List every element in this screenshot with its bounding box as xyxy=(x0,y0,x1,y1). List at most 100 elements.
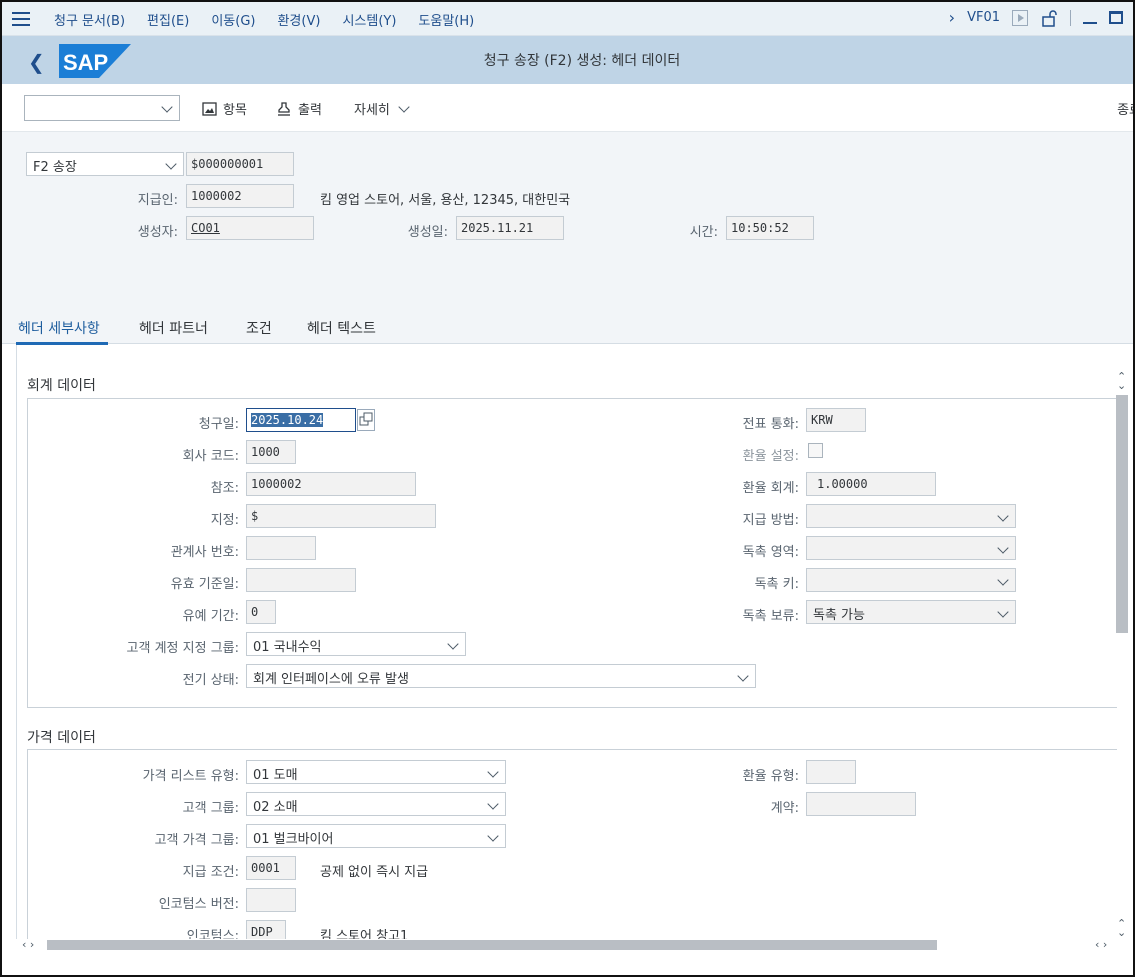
dunning-area-select[interactable] xyxy=(806,536,1016,560)
incoterms-field[interactable]: DDP xyxy=(246,920,286,939)
company-code-field[interactable]: 1000 xyxy=(246,440,296,464)
tab-header-details[interactable]: 헤더 세부사항 xyxy=(18,318,100,338)
posting-status-label: 전기 상태: xyxy=(182,673,239,688)
payer-description: 킴 영업 스토어, 서울, 용산, 12345, 대한민국 xyxy=(320,193,571,208)
contract-label: 계약: xyxy=(770,801,799,816)
more-button[interactable]: 자세히 xyxy=(354,99,410,118)
payment-method-select[interactable] xyxy=(806,504,1016,528)
billing-date-label: 청구일: xyxy=(198,417,239,432)
posting-status-value: 회계 인터페이스에 오류 발생 xyxy=(253,672,409,687)
incoterms-label: 인코텀스: xyxy=(186,929,239,939)
created-by-field[interactable]: CO01 xyxy=(186,216,314,240)
output-label: 출력 xyxy=(298,103,322,118)
fx-fixed-checkbox[interactable] xyxy=(808,443,823,458)
baseline-date-field[interactable] xyxy=(246,568,356,592)
menu-goto[interactable]: 이동(G) xyxy=(211,10,255,29)
scroll-left-right-icon[interactable]: ‹ › xyxy=(22,938,34,951)
payment-terms-field[interactable]: 0001 xyxy=(246,856,296,880)
minimize-icon[interactable] xyxy=(1083,21,1097,24)
tab-conditions[interactable]: 조건 xyxy=(246,318,272,338)
menu-help[interactable]: 도움말(H) xyxy=(418,10,474,29)
dunning-block-value: 독촉 가능 xyxy=(813,608,865,623)
menu-edit[interactable]: 편집(E) xyxy=(147,10,189,29)
tab-header-texts[interactable]: 헤더 텍스트 xyxy=(307,318,376,338)
document-currency-field[interactable]: KRW xyxy=(806,408,866,432)
payer-label: 지급인: xyxy=(137,193,178,208)
baseline-date-label: 유효 기준일: xyxy=(170,577,239,592)
play-icon[interactable] xyxy=(1012,9,1028,26)
price-list-value: 01 도매 xyxy=(253,768,298,783)
incoterms-version-label: 인코텀스 버전: xyxy=(158,897,239,912)
exchange-type-field[interactable] xyxy=(806,760,856,784)
grace-period-label: 유예 기간: xyxy=(182,609,239,624)
posting-status-select[interactable]: 회계 인터페이스에 오류 발생 xyxy=(246,664,756,688)
time-field[interactable]: 10:50:52 xyxy=(726,216,814,240)
items-label: 항목 xyxy=(223,103,247,118)
account-group-label: 고객 계정 지정 그룹: xyxy=(126,641,239,656)
billing-date-field[interactable]: 2025.10.24 xyxy=(246,408,356,432)
reference-label: 참조: xyxy=(210,481,239,496)
scroll-left-right-icon[interactable]: ‹ › xyxy=(1095,938,1107,951)
items-button[interactable]: 항목 xyxy=(202,99,247,118)
dunning-key-select[interactable] xyxy=(806,568,1016,592)
horizontal-scrollbar[interactable]: ‹ › xyxy=(22,938,1122,952)
assignment-field[interactable]: $ xyxy=(246,504,436,528)
price-group-select[interactable]: 01 벌크바이어 xyxy=(246,824,506,848)
sap-window: 청구 문서(B) 편집(E) 이동(G) 환경(V) 시스템(Y) 도움말(H)… xyxy=(0,0,1135,977)
payer-field[interactable]: 1000002 xyxy=(186,184,294,208)
billing-date-value: 2025.10.24 xyxy=(251,413,324,427)
page-title: 청구 송장 (F2) 생성: 헤더 데이터 xyxy=(483,53,681,69)
menu-system[interactable]: 시스템(Y) xyxy=(342,10,396,29)
transaction-code[interactable]: VF01 xyxy=(967,10,1000,25)
customer-group-select[interactable]: 02 소매 xyxy=(246,792,506,816)
account-group-value: 01 국내수익 xyxy=(253,640,322,655)
grace-period-field[interactable]: 0 xyxy=(246,600,276,624)
pricing-section-title: 가격 데이터 xyxy=(27,730,96,746)
created-on-field[interactable]: 2025.11.21 xyxy=(456,216,564,240)
vertical-scrollbar[interactable] xyxy=(1116,395,1128,633)
menu-billing-document[interactable]: 청구 문서(B) xyxy=(54,10,125,29)
chevron-right-icon[interactable]: › xyxy=(949,8,955,27)
payment-method-label: 지급 방법: xyxy=(742,513,799,528)
toolbar: 항목 출력 자세히 종료 xyxy=(2,84,1133,132)
unlock-icon[interactable] xyxy=(1040,9,1058,27)
tab-content: 회계 데이터 청구일: 2025.10.24 회사 코드: 1000 참조: 1… xyxy=(16,345,1133,939)
title-bar: ❮ SAP 청구 송장 (F2) 생성: 헤더 데이터 xyxy=(2,36,1133,84)
reference-field[interactable]: 1000002 xyxy=(246,472,416,496)
company-code-label: 회사 코드: xyxy=(182,449,239,464)
incoterms-version-field[interactable] xyxy=(246,888,296,912)
price-list-select[interactable]: 01 도매 xyxy=(246,760,506,784)
exit-button[interactable]: 종료 xyxy=(1117,99,1133,118)
assignment-label: 지정: xyxy=(210,513,239,528)
header-area: F2 송장 $000000001 지급인: 1000002 킴 영업 스토어, … xyxy=(2,132,1133,304)
price-group-label: 고객 가격 그룹: xyxy=(154,833,239,848)
fx-fixed-label: 환율 설정: xyxy=(742,449,799,464)
more-label: 자세히 xyxy=(354,103,390,118)
incoterms-description: 킴 스토어 창고1 xyxy=(320,929,409,939)
customer-group-value: 02 소매 xyxy=(253,800,298,815)
maximize-icon[interactable] xyxy=(1109,11,1123,24)
tab-header-partners[interactable]: 헤더 파트너 xyxy=(139,318,208,338)
fx-rate-label: 환율 회계: xyxy=(742,481,799,496)
scroll-down-icon[interactable]: ⌄ xyxy=(1117,379,1126,392)
payment-terms-description: 공제 없이 즉시 지급 xyxy=(320,865,429,880)
contract-field[interactable] xyxy=(806,792,916,816)
created-by-label: 생성자: xyxy=(137,225,178,240)
fx-rate-field[interactable]: 1.00000 xyxy=(806,472,936,496)
trading-partner-field[interactable] xyxy=(246,536,316,560)
output-button[interactable]: 출력 xyxy=(276,99,322,118)
toolbar-dropdown[interactable] xyxy=(24,95,180,121)
time-label: 시간: xyxy=(689,225,718,240)
account-group-select[interactable]: 01 국내수익 xyxy=(246,632,466,656)
value-help-icon[interactable] xyxy=(357,409,375,431)
dunning-area-label: 독촉 영역: xyxy=(742,545,799,560)
horizontal-scroll-thumb[interactable] xyxy=(47,940,937,950)
menu-environment[interactable]: 환경(V) xyxy=(277,10,320,29)
dunning-block-select[interactable]: 독촉 가능 xyxy=(806,600,1016,624)
menu-icon[interactable] xyxy=(12,12,30,26)
divider xyxy=(1070,9,1071,26)
chevron-down-icon xyxy=(398,100,410,113)
billing-number-field[interactable]: $000000001 xyxy=(186,152,294,176)
billing-type-select[interactable]: F2 송장 xyxy=(26,152,184,176)
customer-group-label: 고객 그룹: xyxy=(182,801,239,816)
